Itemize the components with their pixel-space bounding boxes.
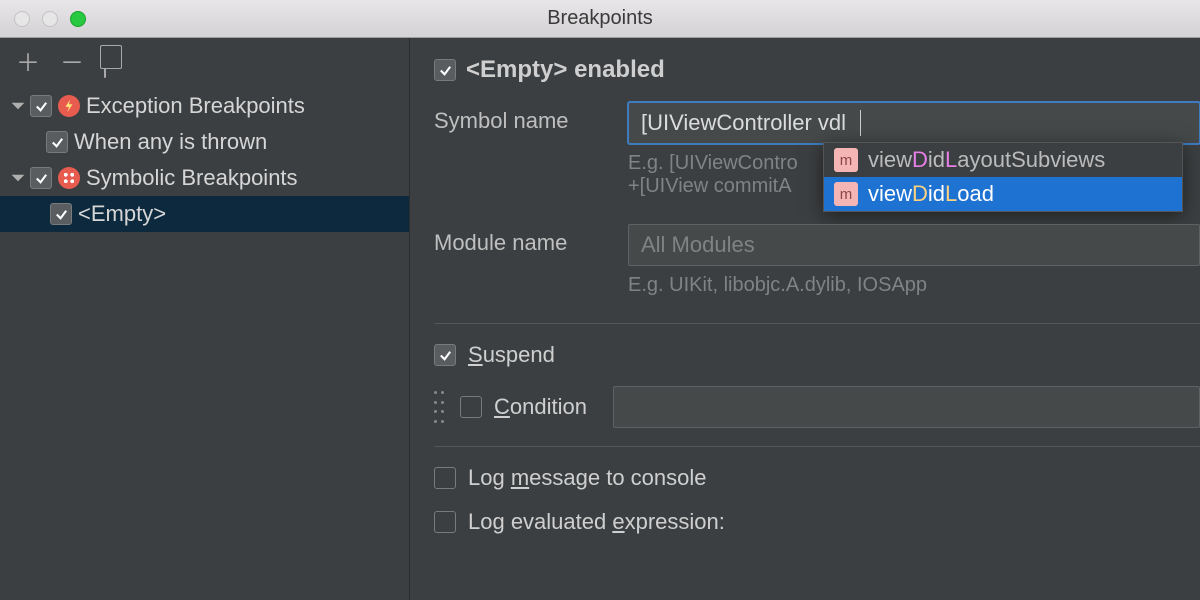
chevron-down-icon — [10, 98, 26, 114]
window-controls — [0, 11, 86, 27]
condition-checkbox[interactable] — [460, 396, 482, 418]
log-message-checkbox[interactable] — [434, 467, 456, 489]
tree-item-when-any-thrown[interactable]: When any is thrown — [0, 124, 409, 160]
checkbox[interactable] — [46, 131, 68, 153]
autocomplete-item[interactable]: m viewDidLayoutSubviews — [824, 143, 1182, 177]
item-label: <Empty> — [78, 201, 166, 227]
sidebar-toolbar: ＋ － — [0, 38, 409, 86]
detail-panel: <Empty> enabled Symbol name m viewDidLay… — [410, 38, 1200, 600]
module-hint: E.g. UIKit, libobjc.A.dylib, IOSApp — [628, 274, 1200, 297]
checkbox[interactable] — [50, 203, 72, 225]
close-icon[interactable] — [14, 11, 30, 27]
log-message-label: Log message to console — [468, 465, 707, 491]
tree-group-symbolic[interactable]: Symbolic Breakpoints — [0, 160, 409, 196]
breakpoint-tree: Exception Breakpoints When any is thrown… — [0, 86, 409, 234]
log-expression-checkbox[interactable] — [434, 511, 456, 533]
method-icon: m — [834, 182, 858, 206]
titlebar: Breakpoints — [0, 0, 1200, 38]
chevron-down-icon — [10, 170, 26, 186]
separator — [434, 446, 1200, 447]
header-row: <Empty> enabled — [434, 56, 1200, 84]
symbolic-breakpoint-icon — [58, 167, 80, 189]
header-label: <Empty> enabled — [466, 56, 665, 84]
checkbox[interactable] — [30, 95, 52, 117]
enabled-checkbox[interactable] — [434, 59, 456, 81]
remove-button[interactable]: － — [60, 52, 84, 76]
copy-icon — [104, 49, 106, 78]
suspend-label: Suspend — [468, 342, 555, 368]
symbol-name-label: Symbol name — [434, 102, 614, 134]
condition-label: Condition — [494, 394, 587, 420]
log-expression-row[interactable]: Log evaluated expression: — [434, 509, 1200, 535]
exception-breakpoint-icon — [58, 95, 80, 117]
module-name-label: Module name — [434, 224, 614, 256]
group-label: Symbolic Breakpoints — [86, 165, 298, 191]
condition-row[interactable]: Condition — [434, 386, 1200, 428]
drag-handle-icon[interactable] — [434, 391, 444, 423]
condition-input[interactable] — [613, 386, 1200, 428]
autocomplete-text: viewDidLayoutSubviews — [868, 147, 1105, 173]
window-title: Breakpoints — [547, 7, 653, 30]
minimize-icon[interactable] — [42, 11, 58, 27]
text-cursor — [860, 110, 861, 136]
autocomplete-text: viewDidLoad — [868, 181, 994, 207]
separator — [434, 323, 1200, 324]
sidebar: ＋ － Exception Breakpoints — [0, 38, 410, 600]
item-label: When any is thrown — [74, 129, 267, 155]
method-icon: m — [834, 148, 858, 172]
module-name-input[interactable] — [628, 224, 1200, 266]
checkbox[interactable] — [30, 167, 52, 189]
maximize-icon[interactable] — [70, 11, 86, 27]
tree-item-empty[interactable]: <Empty> — [0, 196, 409, 232]
suspend-checkbox[interactable] — [434, 344, 456, 366]
log-message-row[interactable]: Log message to console — [434, 465, 1200, 491]
add-button[interactable]: ＋ — [16, 52, 40, 76]
copy-button[interactable] — [104, 52, 106, 76]
symbol-name-input[interactable] — [628, 102, 1200, 144]
tree-group-exception[interactable]: Exception Breakpoints — [0, 88, 409, 124]
autocomplete-popup: m viewDidLayoutSubviews m viewDidLoad — [823, 142, 1183, 212]
group-label: Exception Breakpoints — [86, 93, 305, 119]
suspend-row[interactable]: Suspend — [434, 342, 1200, 368]
autocomplete-item[interactable]: m viewDidLoad — [824, 177, 1182, 211]
log-expression-label: Log evaluated expression: — [468, 509, 725, 535]
